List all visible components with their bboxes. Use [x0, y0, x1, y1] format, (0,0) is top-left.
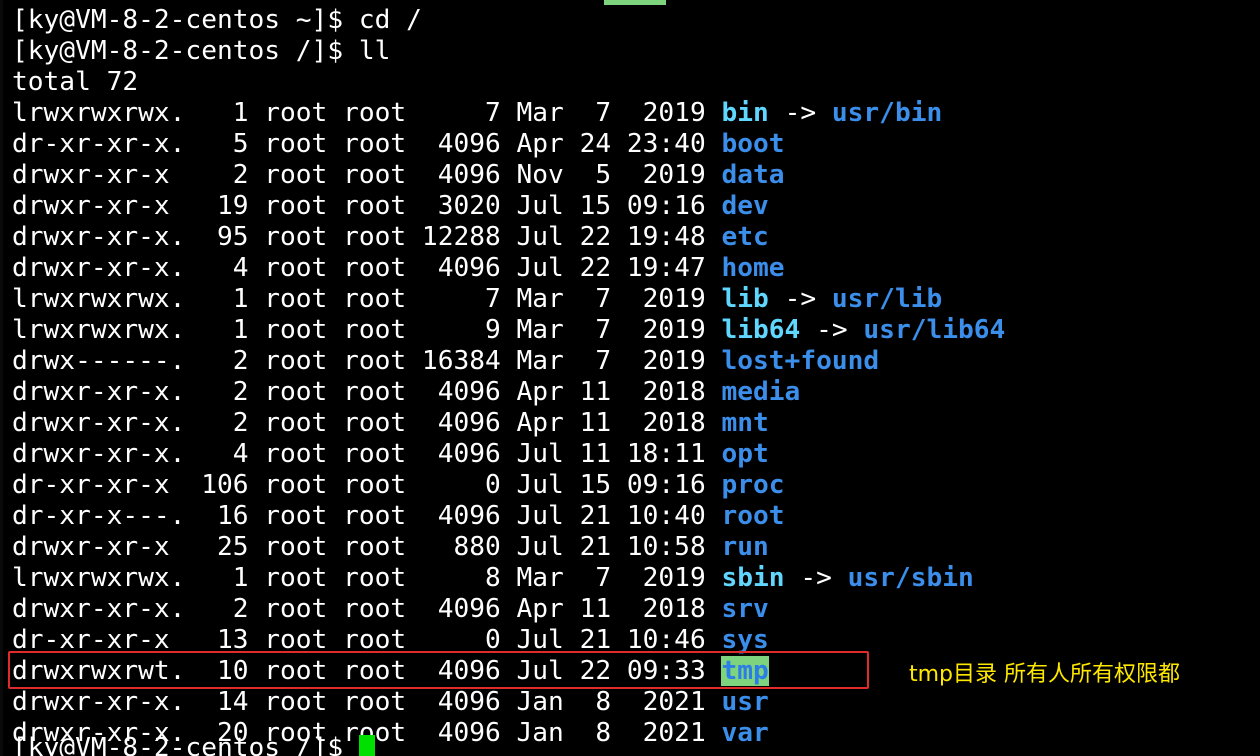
- entry-name: data: [721, 160, 785, 190]
- link-arrow: ->: [768, 98, 832, 128]
- entry-meta: drwxr-xr-x. 4 root root 4096 Jul 22 19:4…: [12, 253, 722, 283]
- table-row: drwxr-xr-x. 95 root root 12288 Jul 22 19…: [12, 222, 769, 253]
- link-arrow: ->: [784, 563, 848, 593]
- link-target: usr/lib: [831, 284, 943, 314]
- entry-name: home: [721, 253, 785, 283]
- link-target: usr/bin: [831, 98, 943, 128]
- table-row: drwxr-xr-x. 4 root root 4096 Jul 22 19:4…: [12, 253, 785, 284]
- table-row: dr-xr-xr-x. 5 root root 4096 Apr 24 23:4…: [12, 129, 785, 160]
- table-row: lrwxrwxrwx. 1 root root 8 Mar 7 2019 sbi…: [12, 563, 974, 594]
- bottom-prompt-line[interactable]: [ky@VM-8-2-centos /]$: [12, 733, 375, 756]
- entry-meta: lrwxrwxrwx. 1 root root 7 Mar 7 2019: [12, 98, 722, 128]
- entry-meta: dr-xr-xr-x 106 root root 0 Jul 15 09:16: [12, 470, 722, 500]
- entry-name: boot: [721, 129, 785, 159]
- entry-meta: drwxr-xr-x. 2 root root 4096 Apr 11 2018: [12, 594, 722, 624]
- previous-cursor-block: [604, 0, 666, 5]
- entry-name: mnt: [721, 408, 769, 438]
- entry-meta: lrwxrwxrwx. 1 root root 8 Mar 7 2019: [12, 563, 722, 593]
- entry-meta: dr-xr-x---. 16 root root 4096 Jul 21 10:…: [12, 501, 722, 531]
- prompt-line-cd: [ky@VM-8-2-centos ~]$ cd /: [12, 5, 422, 35]
- table-row: lrwxrwxrwx. 1 root root 7 Mar 7 2019 bin…: [12, 98, 942, 129]
- entry-name: etc: [721, 222, 769, 252]
- table-row: drwxr-xr-x. 4 root root 4096 Jul 11 18:1…: [12, 439, 769, 470]
- entry-name: lost+found: [721, 346, 880, 376]
- terminal-window[interactable]: [ky@VM-8-2-centos ~]$ cd / [ky@VM-8-2-ce…: [0, 0, 1260, 756]
- entry-name: sbin: [721, 563, 785, 593]
- entry-name: opt: [721, 439, 769, 469]
- table-row: drwxr-xr-x. 14 root root 4096 Jan 8 2021…: [12, 687, 769, 718]
- entry-meta: lrwxrwxrwx. 1 root root 7 Mar 7 2019: [12, 284, 722, 314]
- prompt-line-ll: [ky@VM-8-2-centos /]$ ll: [12, 36, 391, 66]
- entry-name: proc: [721, 470, 785, 500]
- highlight-box-tmp: [8, 651, 869, 689]
- link-target: usr/lib64: [863, 315, 1006, 345]
- annotation-text: tmp目录 所有人所有权限都: [909, 662, 1181, 687]
- entry-meta: dr-xr-xr-x. 5 root root 4096 Apr 24 23:4…: [12, 129, 722, 159]
- table-row: dr-xr-xr-x 106 root root 0 Jul 15 09:16 …: [12, 470, 785, 501]
- table-row: lrwxrwxrwx. 1 root root 7 Mar 7 2019 lib…: [12, 284, 942, 315]
- entry-meta: drwx------. 2 root root 16384 Mar 7 2019: [12, 346, 722, 376]
- table-row: drwxr-xr-x 2 root root 4096 Nov 5 2019 d…: [12, 160, 785, 191]
- table-row: dr-xr-x---. 16 root root 4096 Jul 21 10:…: [12, 501, 785, 532]
- entry-meta: drwxr-xr-x 2 root root 4096 Nov 5 2019: [12, 160, 722, 190]
- entry-meta: drwxr-xr-x. 2 root root 4096 Apr 11 2018: [12, 377, 722, 407]
- entry-name: srv: [721, 594, 769, 624]
- table-row: drwx------. 2 root root 16384 Mar 7 2019…: [12, 346, 879, 377]
- table-row: drwxr-xr-x. 2 root root 4096 Apr 11 2018…: [12, 408, 769, 439]
- entry-name: lib: [721, 284, 769, 314]
- cursor: [358, 735, 375, 756]
- entry-meta: drwxr-xr-x 19 root root 3020 Jul 15 09:1…: [12, 191, 722, 221]
- total-line: total 72: [12, 67, 139, 97]
- entry-name: var: [721, 718, 769, 748]
- table-row: drwxr-xr-x. 2 root root 4096 Apr 11 2018…: [12, 377, 800, 408]
- table-row: drwxr-xr-x. 2 root root 4096 Apr 11 2018…: [12, 594, 769, 625]
- table-row: lrwxrwxrwx. 1 root root 9 Mar 7 2019 lib…: [12, 315, 1005, 346]
- entry-meta: lrwxrwxrwx. 1 root root 9 Mar 7 2019: [12, 315, 722, 345]
- entry-meta: drwxr-xr-x 25 root root 880 Jul 21 10:58: [12, 532, 722, 562]
- bottom-prompt: [ky@VM-8-2-centos /]$: [12, 733, 359, 756]
- entry-name: usr: [721, 687, 769, 717]
- entry-name: dev: [721, 191, 769, 221]
- entry-meta: drwxr-xr-x. 4 root root 4096 Jul 11 18:1…: [12, 439, 722, 469]
- entry-name: root: [721, 501, 785, 531]
- entry-name: bin: [721, 98, 769, 128]
- table-row: drwxr-xr-x 19 root root 3020 Jul 15 09:1…: [12, 191, 769, 222]
- entry-meta: drwxr-xr-x. 14 root root 4096 Jan 8 2021: [12, 687, 722, 717]
- table-row: drwxr-xr-x 25 root root 880 Jul 21 10:58…: [12, 532, 769, 563]
- entry-name: lib64: [721, 315, 801, 345]
- entry-meta: drwxr-xr-x. 95 root root 12288 Jul 22 19…: [12, 222, 722, 252]
- link-target: usr/sbin: [847, 563, 974, 593]
- link-arrow: ->: [768, 284, 832, 314]
- link-arrow: ->: [800, 315, 864, 345]
- entry-meta: drwxr-xr-x. 2 root root 4096 Apr 11 2018: [12, 408, 722, 438]
- entry-name: media: [721, 377, 801, 407]
- scrollbar[interactable]: [0, 0, 3, 756]
- entry-name: run: [721, 532, 769, 562]
